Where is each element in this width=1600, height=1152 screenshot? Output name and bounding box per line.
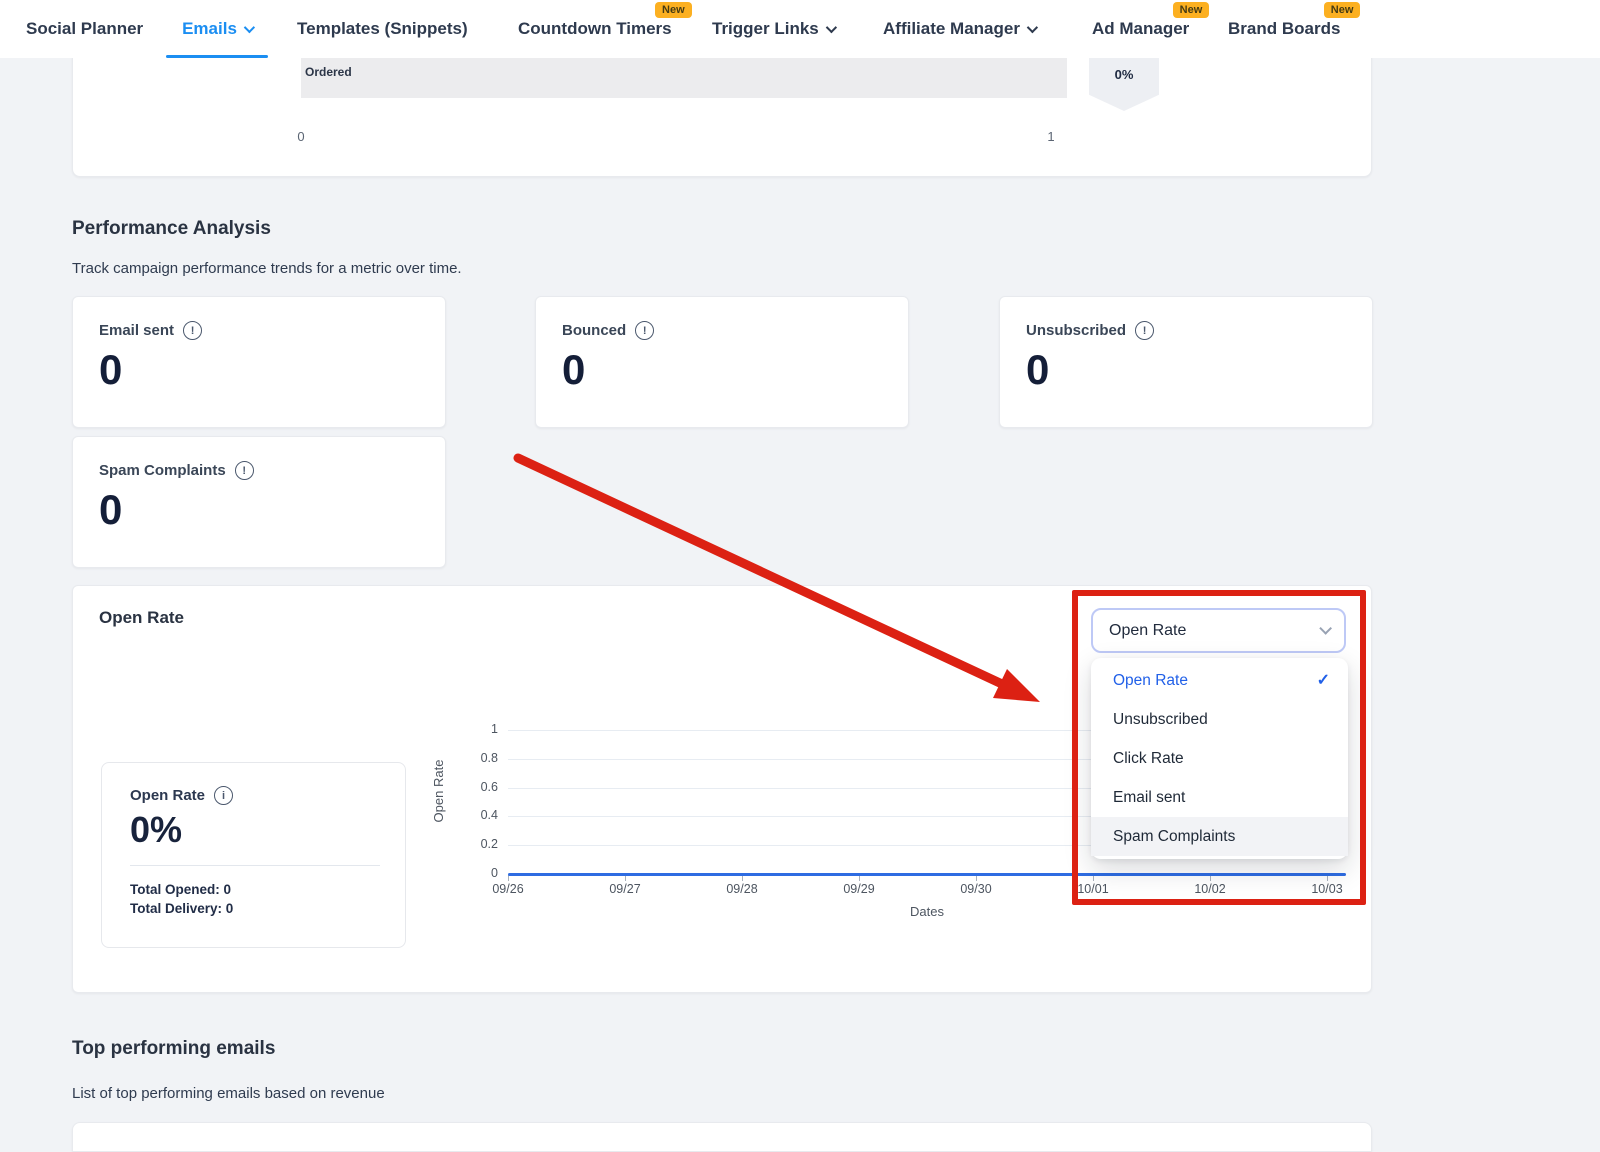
metric-label: Spam Complaints <box>99 462 226 479</box>
metric-card-unsubscribed: Unsubscribed! 0 <box>999 296 1373 428</box>
nav-item-trigger-links[interactable]: Trigger Links <box>712 0 834 58</box>
menu-item-open-rate[interactable]: Open Rate ✓ <box>1091 661 1348 700</box>
alert-circle-icon[interactable]: ! <box>635 321 654 340</box>
metric-label: Bounced <box>562 322 626 339</box>
chart-y-axis-title: Open Rate <box>393 744 483 838</box>
chevron-down-icon <box>1319 622 1332 635</box>
chart-x-axis-title: Dates <box>508 904 1346 919</box>
metric-select[interactable]: Open Rate <box>1091 608 1346 653</box>
email-analytics-page: Ordered 0% 0 1 Social Planner Emails Templa… <box>0 0 1600 1127</box>
menu-item-label: Spam Complaints <box>1113 817 1235 856</box>
nav-item-countdown-timers[interactable]: Countdown TimersNew <box>518 0 672 58</box>
funnel-stage-marker: 0% <box>1089 51 1159 111</box>
chevron-down-icon <box>1027 22 1038 33</box>
divider <box>130 865 380 866</box>
nav-item-label: Emails <box>182 19 237 39</box>
funnel-bar-label: Ordered <box>305 65 352 79</box>
metric-value: 0 <box>562 349 882 391</box>
new-badge: New <box>1173 2 1210 18</box>
menu-item-label: Open Rate <box>1113 661 1188 700</box>
metric-value: 0 <box>1026 349 1346 391</box>
metric-value: 0 <box>99 489 419 531</box>
nav-item-label: Social Planner <box>26 19 143 39</box>
metric-label: Unsubscribed <box>1026 322 1126 339</box>
open-rate-stat-label: Open Rate <box>130 787 205 804</box>
funnel-stage-percent: 0% <box>1115 67 1134 82</box>
menu-item-label: Email sent <box>1113 778 1185 817</box>
menu-item-label: Unsubscribed <box>1113 700 1208 739</box>
chart-ytick-label: 0.2 <box>458 837 498 851</box>
info-circle-icon[interactable]: i <box>214 786 233 805</box>
check-icon: ✓ <box>1317 661 1330 700</box>
chevron-down-icon <box>826 22 837 33</box>
nav-item-emails[interactable]: Emails <box>166 0 268 58</box>
new-badge: New <box>655 2 692 18</box>
menu-item-label: Click Rate <box>1113 739 1184 778</box>
nav-item-label: Countdown Timers <box>518 19 672 39</box>
alert-circle-icon[interactable]: ! <box>235 461 254 480</box>
active-tab-underline <box>166 55 268 58</box>
chart-xtick-label: 09/29 <box>829 882 889 896</box>
menu-item-email-sent[interactable]: Email sent <box>1091 778 1348 817</box>
chart-xtick-label: 10/03 <box>1297 882 1357 896</box>
nav-item-label: Ad Manager <box>1092 19 1189 39</box>
new-badge: New <box>1324 2 1361 18</box>
chart-xtick-label: 09/28 <box>712 882 772 896</box>
metric-label: Email sent <box>99 322 174 339</box>
total-delivery: Total Delivery: 0 <box>130 900 377 919</box>
metric-card-spam-complaints: Spam Complaints! 0 <box>72 436 446 568</box>
chart-xtick-label: 09/26 <box>478 882 538 896</box>
menu-item-spam-complaints[interactable]: Spam Complaints <box>1091 817 1348 856</box>
open-rate-card: Open Rate Open Rate i 0% Total Opened: 0… <box>72 585 1372 993</box>
metric-select-value: Open Rate <box>1109 622 1186 640</box>
menu-item-unsubscribed[interactable]: Unsubscribed <box>1091 700 1348 739</box>
open-rate-stat-value: 0% <box>130 812 377 848</box>
metric-value: 0 <box>99 349 419 391</box>
top-performing-title: Top performing emails <box>72 1038 275 1060</box>
nav-item-social-planner[interactable]: Social Planner <box>26 0 143 58</box>
menu-item-click-rate[interactable]: Click Rate <box>1091 739 1348 778</box>
open-rate-card-title: Open Rate <box>99 608 184 628</box>
nav-item-label: Trigger Links <box>712 19 819 39</box>
chevron-down-icon <box>244 22 255 33</box>
nav-item-label: Templates (Snippets) <box>297 19 468 39</box>
chart-xtick-label: 09/30 <box>946 882 1006 896</box>
funnel-chart-card: Ordered 0% 0 1 <box>72 50 1372 177</box>
funnel-axis-tick: 0 <box>285 129 317 144</box>
nav-item-label: Affiliate Manager <box>883 19 1020 39</box>
metric-card-email-sent: Email sent! 0 <box>72 296 446 428</box>
funnel-axis-tick: 1 <box>1035 129 1067 144</box>
funnel-bar-ordered[interactable]: Ordered <box>301 56 1067 98</box>
nav-item-brand-boards[interactable]: Brand BoardsNew <box>1228 0 1340 58</box>
total-opened: Total Opened: 0 <box>130 881 377 900</box>
chart-ytick-label: 1 <box>458 722 498 736</box>
open-rate-stat-card: Open Rate i 0% Total Opened: 0 Total Del… <box>101 762 406 948</box>
chart-xtick-label: 09/27 <box>595 882 655 896</box>
performance-analysis-title: Performance Analysis <box>72 218 271 240</box>
nav-item-label: Brand Boards <box>1228 19 1340 39</box>
performance-analysis-subtitle: Track campaign performance trends for a … <box>72 260 462 277</box>
chart-xtick-label: 10/01 <box>1063 882 1123 896</box>
top-performing-subtitle: List of top performing emails based on r… <box>72 1085 385 1102</box>
nav-item-templates-snippets[interactable]: Templates (Snippets) <box>297 0 468 58</box>
chart-ytick-label: 0 <box>458 866 498 880</box>
top-nav: Social Planner Emails Templates (Snippets)… <box>0 0 1600 58</box>
metric-dropdown-menu: Open Rate ✓ UnsubscribedClick RateEmail se… <box>1091 658 1348 859</box>
nav-item-ad-manager[interactable]: Ad ManagerNew <box>1092 0 1189 58</box>
alert-circle-icon[interactable]: ! <box>183 321 202 340</box>
metric-card-bounced: Bounced! 0 <box>535 296 909 428</box>
chart-series-line <box>508 873 1346 876</box>
alert-circle-icon[interactable]: ! <box>1135 321 1154 340</box>
nav-item-affiliate-manager[interactable]: Affiliate Manager <box>883 0 1035 58</box>
chart-xtick-label: 10/02 <box>1180 882 1240 896</box>
